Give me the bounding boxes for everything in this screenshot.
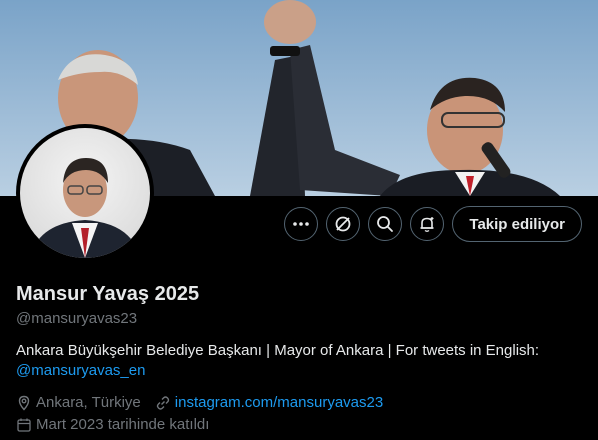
profile-meta: Ankara, Türkiye instagram.com/mansuryava…: [16, 394, 383, 411]
bio-text: Ankara Büyükşehir Belediye Başkanı | May…: [16, 342, 540, 359]
location-text: Ankara, Türkiye: [36, 394, 141, 411]
bio-mention-link[interactable]: @mansuryavas_en: [16, 362, 145, 379]
notify-button[interactable]: [410, 207, 445, 241]
notification-bell-icon: [420, 217, 434, 232]
more-button[interactable]: [284, 207, 319, 241]
joined-row: Mart 2023 tarihinde katıldı: [16, 416, 209, 433]
grok-button[interactable]: [326, 207, 361, 241]
profile-handle: @mansuryavas23: [16, 310, 138, 327]
grok-icon: [336, 216, 351, 232]
calendar-icon: [17, 418, 31, 432]
website-link[interactable]: instagram.com/mansuryavas23: [175, 394, 383, 411]
more-icon: [293, 222, 310, 226]
profile-bio: Ankara Büyükşehir Belediye Başkanı | May…: [16, 341, 582, 381]
avatar-photo: [20, 128, 150, 258]
following-button[interactable]: Takip ediliyor: [452, 206, 582, 242]
link-icon: [156, 395, 169, 410]
website-item: instagram.com/mansuryavas23: [155, 394, 383, 411]
joined-text: Mart 2023 tarihinde katıldı: [36, 416, 210, 433]
location-item: Ankara, Türkiye: [16, 394, 141, 411]
profile-actions: Takip ediliyor: [284, 206, 582, 242]
profile-avatar[interactable]: [16, 124, 154, 262]
search-icon: [377, 216, 394, 232]
search-button[interactable]: [368, 207, 403, 241]
profile-name: Mansur Yavaş 2025: [16, 283, 200, 305]
joined-item: Mart 2023 tarihinde katıldı: [16, 416, 209, 433]
location-pin-icon: [18, 395, 30, 411]
